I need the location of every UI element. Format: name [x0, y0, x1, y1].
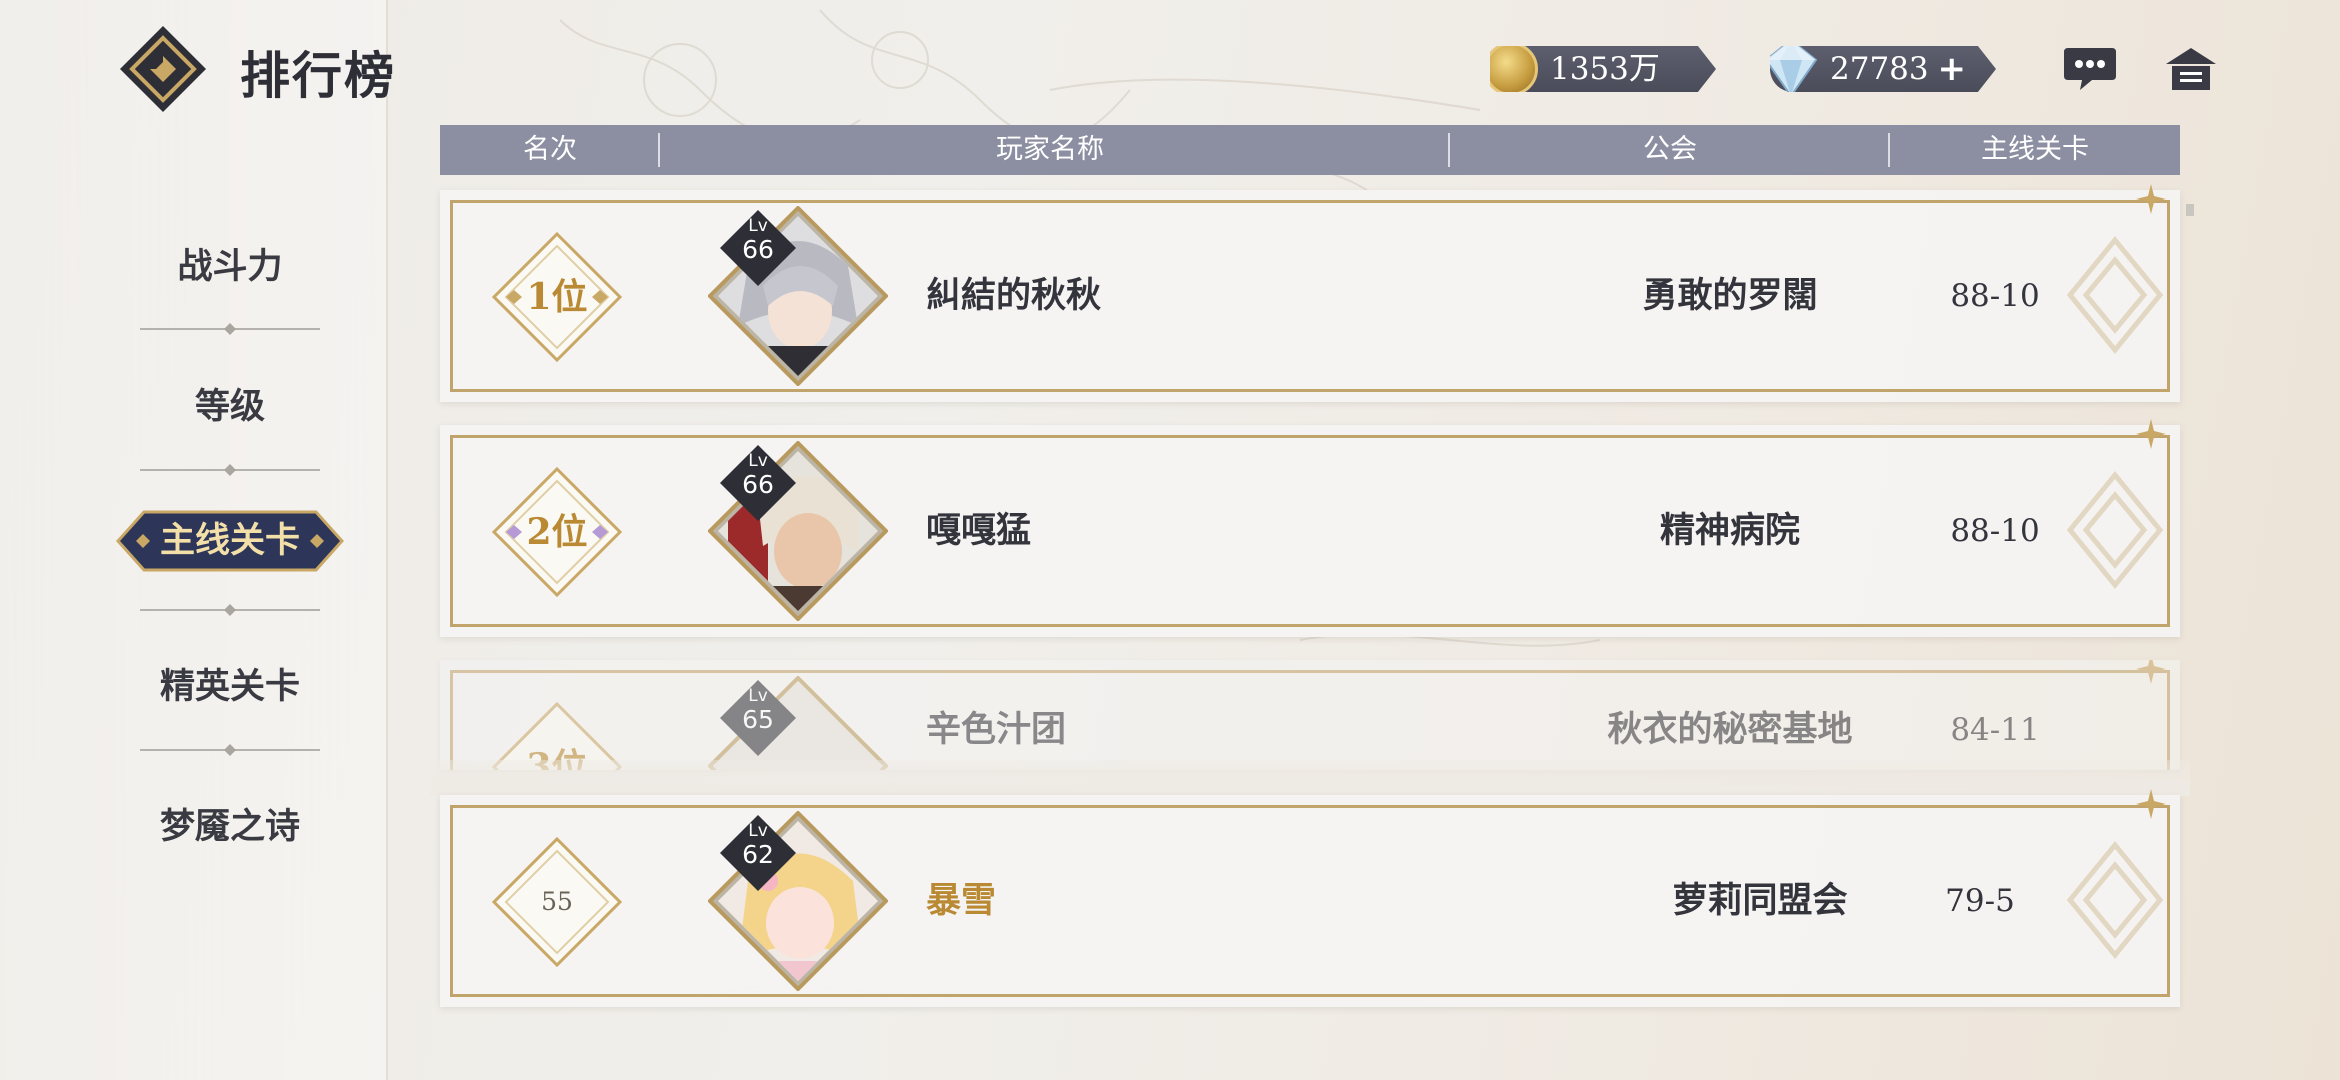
column-rank: 名次	[523, 134, 577, 165]
scrollbar[interactable]	[2186, 204, 2194, 216]
player-name: 辛色汁团	[926, 709, 1067, 750]
player-name: 嘎嘎猛	[926, 510, 1032, 551]
list-fade-mask	[430, 760, 2190, 796]
tab-nightmare-poem[interactable]: 梦魇之诗	[110, 798, 350, 849]
main-stage-value: 88-10	[1950, 278, 2040, 314]
main-stage-value: 79-5	[1945, 883, 2015, 919]
level-value: 66	[742, 235, 774, 264]
level-label: Lv	[748, 451, 768, 471]
page-title: 排行榜	[240, 46, 396, 105]
level-value: 66	[742, 470, 774, 499]
ornament-icon	[2066, 841, 2164, 959]
table-row[interactable]: 2位 Lv 66 嘎嘎猛 精神病院 88-10	[440, 419, 2180, 637]
level-text: Lv 66	[720, 451, 796, 499]
tab-level[interactable]: 等级	[110, 378, 350, 429]
rank-value: 55	[541, 887, 573, 916]
divider	[140, 464, 320, 476]
guild-name: 精神病院	[1659, 510, 1800, 551]
ranking-logo-icon	[120, 26, 206, 112]
table-row[interactable]: 3位 Lv 65 辛色汁团 秋衣的秘密基地 84-11	[440, 660, 2180, 770]
diamond-gem-icon	[1770, 46, 1818, 92]
main-stage-value: 88-10	[1950, 513, 2040, 549]
tab-main-stage-label: 主线关卡	[159, 520, 300, 561]
divider	[140, 744, 320, 756]
tab-combat-power[interactable]: 战斗力	[110, 238, 350, 289]
my-player-name: 暴雪	[926, 880, 997, 921]
divider	[140, 323, 320, 335]
level-label: Lv	[748, 821, 768, 841]
level-text: Lv 65	[720, 686, 796, 734]
main-stage-value: 84-11	[1950, 712, 2040, 748]
level-value: 65	[742, 705, 774, 734]
guild-name: 勇敢的罗闊	[1642, 275, 1818, 316]
level-text: Lv 66	[720, 216, 796, 264]
gold-counter: 1353万	[1490, 46, 1716, 92]
column-guild: 公会	[1643, 134, 1697, 165]
sparkle-icon	[2136, 789, 2166, 819]
gold-value: 1353万	[1550, 51, 1660, 87]
add-gems-button[interactable]: +	[1938, 46, 1967, 92]
level-text: Lv 62	[720, 821, 796, 869]
player-name: 糾結的秋秋	[926, 275, 1102, 316]
home-icon[interactable]	[2164, 44, 2218, 94]
level-value: 62	[742, 840, 774, 869]
rank-value: 2位	[526, 511, 588, 553]
column-player-name: 玩家名称	[996, 134, 1104, 165]
gem-value: 27783	[1830, 51, 1929, 87]
gem-counter: 27783 +	[1770, 46, 1996, 92]
guild-name: 萝莉同盟会	[1672, 880, 1848, 921]
level-label: Lv	[748, 686, 768, 706]
sparkle-icon	[2136, 419, 2166, 449]
guild-name: 秋衣的秘密基地	[1607, 709, 1853, 750]
divider	[140, 604, 320, 616]
tab-main-stage[interactable]: 主线关卡	[116, 510, 344, 572]
chat-icon[interactable]	[2062, 44, 2118, 94]
table-header: 名次 玩家名称 公会 主线关卡	[440, 125, 2180, 175]
tab-elite-stage[interactable]: 精英关卡	[110, 658, 350, 709]
sparkle-icon	[2136, 660, 2166, 684]
table-row[interactable]: 1位 Lv 66 糾結的秋秋 勇敢的罗闊 88-10	[440, 184, 2180, 402]
gold-coin-icon	[1490, 46, 1538, 92]
sparkle-icon	[2136, 184, 2166, 214]
level-label: Lv	[748, 216, 768, 236]
column-main-stage: 主线关卡	[1981, 134, 2089, 165]
rank-value: 1位	[526, 276, 588, 318]
my-rank-row[interactable]: 55 Lv 62 暴雪 萝莉同盟会 79-5	[440, 789, 2180, 1007]
